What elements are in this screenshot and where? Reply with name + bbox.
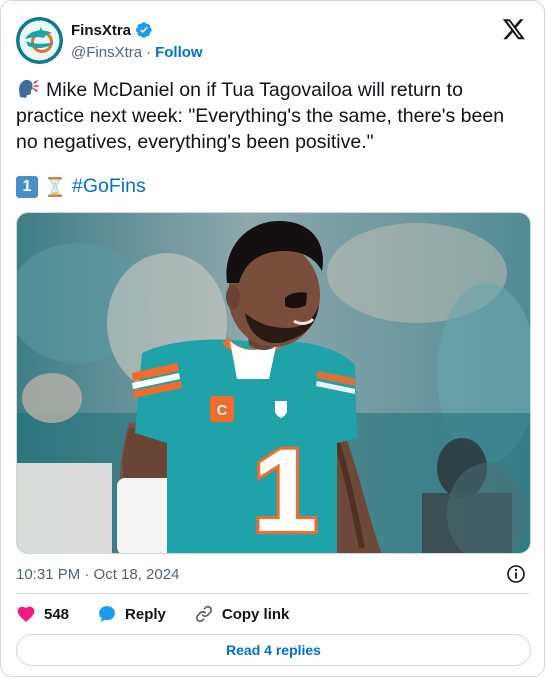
player-photo-image: C 1 — [17, 213, 530, 554]
x-logo-icon[interactable] — [502, 17, 526, 41]
jersey-number-text: 1 — [252, 425, 318, 554]
tweet-timestamp[interactable]: 10:31 PM · Oct 18, 2024 — [16, 566, 179, 583]
verified-badge-icon — [135, 22, 152, 38]
author-handle-row: @FinsXtra · Follow — [71, 44, 203, 61]
author-name-row: FinsXtra — [71, 21, 153, 39]
heart-icon — [17, 606, 35, 622]
like-count: 548 — [44, 605, 70, 623]
hashtag-row: 1 #GoFins — [16, 175, 146, 198]
info-icon[interactable] — [506, 564, 526, 584]
divider — [16, 593, 529, 594]
tweet-photo[interactable]: C 1 — [16, 212, 531, 554]
read-replies-button[interactable]: Read 4 replies — [16, 634, 531, 666]
copy-link-button[interactable]: Copy link — [194, 604, 290, 624]
reply-button[interactable]: Reply — [97, 604, 166, 624]
avatar[interactable] — [16, 17, 63, 64]
hourglass-icon — [48, 176, 62, 197]
copy-link-label: Copy link — [221, 605, 290, 623]
reply-bubble-icon — [99, 606, 115, 622]
tweet-text: Mike McDaniel on if Tua Tagovailoa will … — [16, 79, 505, 153]
author-handle[interactable]: @FinsXtra — [71, 44, 142, 61]
tweet-card: FinsXtra @FinsXtra · Follow Mike McDanie… — [0, 0, 545, 677]
tweet-text-block: Mike McDaniel on if Tua Tagovailoa will … — [16, 77, 531, 155]
follow-button[interactable]: Follow — [155, 44, 203, 61]
speaking-head-icon — [19, 79, 39, 98]
display-name[interactable]: FinsXtra — [71, 22, 131, 39]
action-bar: 548 Reply Copy link — [16, 604, 317, 624]
separator-dot: · — [146, 44, 152, 61]
hashtag-link[interactable]: #GoFins — [72, 175, 146, 198]
captain-patch-text: C — [217, 402, 228, 419]
reply-label: Reply — [125, 605, 166, 623]
link-icon — [195, 605, 212, 623]
keycap-one-icon: 1 — [16, 175, 38, 198]
like-button[interactable]: 548 — [16, 604, 69, 624]
dolphin-logo-icon — [16, 17, 63, 64]
